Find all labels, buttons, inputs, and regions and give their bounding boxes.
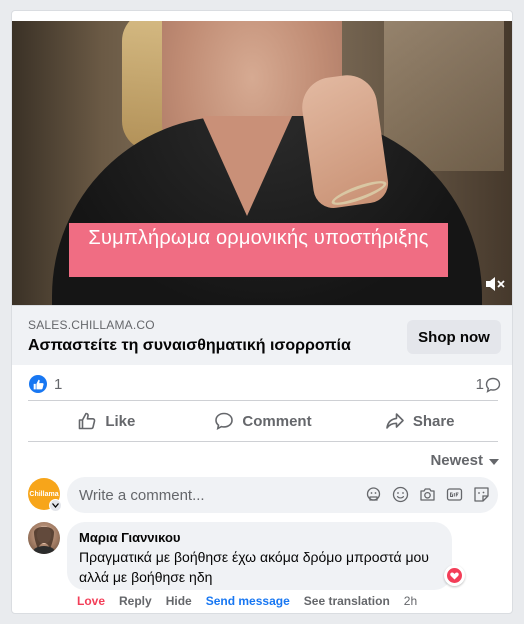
comment-input[interactable] xyxy=(79,486,339,504)
love-link[interactable]: Love xyxy=(77,594,105,608)
like-reaction-icon[interactable] xyxy=(29,375,47,393)
see-translation-link[interactable]: See translation xyxy=(304,594,390,608)
comment-icon xyxy=(215,412,234,430)
comment-button[interactable]: Comment xyxy=(185,401,342,441)
comment-text: Πραγματικά με βοήθησε έχω ακόμα δρόμο μπ… xyxy=(79,549,429,585)
hide-link[interactable]: Hide xyxy=(166,594,192,608)
send-message-link[interactable]: Send message xyxy=(206,594,290,608)
divider xyxy=(28,441,498,442)
sort-label: Newest xyxy=(430,452,483,469)
like-label: Like xyxy=(105,412,136,430)
share-button[interactable]: Share xyxy=(341,401,498,441)
commenter-avatar[interactable] xyxy=(28,522,60,554)
camera-icon[interactable] xyxy=(419,486,436,503)
comment-sort-dropdown[interactable]: Newest xyxy=(430,452,499,469)
comment-bubble-icon[interactable] xyxy=(485,377,501,393)
link-domain: SALES.CHILLAMA.CO xyxy=(28,318,155,332)
avatar-sticker-icon[interactable] xyxy=(365,486,382,503)
comment-author[interactable]: Μαρια Γιαννικου xyxy=(79,530,440,545)
link-headline[interactable]: Ασπαστείτε τη συναισθηματική ισορροπία xyxy=(28,337,351,355)
share-label: Share xyxy=(412,412,455,430)
composer-tools xyxy=(365,486,490,503)
comment-label: Comment xyxy=(242,412,312,430)
gif-icon[interactable] xyxy=(446,486,463,503)
emoji-icon[interactable] xyxy=(392,486,409,503)
video-player[interactable]: Συμπλήρωμα ορμονικής υποστήριξης xyxy=(12,21,512,305)
comment-bubble: Μαρια Γιαννικου Πραγματικά με βοήθησε έχ… xyxy=(67,522,452,590)
chevron-down-icon[interactable] xyxy=(49,499,62,512)
caret-down-icon xyxy=(489,452,499,469)
reply-link[interactable]: Reply xyxy=(119,594,152,608)
love-reaction-icon[interactable] xyxy=(444,565,465,586)
ad-post-card: Συμπλήρωμα ορμονικής υποστήριξης SALES.C… xyxy=(11,10,513,614)
reaction-count[interactable]: 1 xyxy=(54,376,62,393)
link-preview[interactable]: SALES.CHILLAMA.CO Ασπαστείτε τη συναισθη… xyxy=(12,305,512,365)
like-button[interactable]: Like xyxy=(28,401,185,441)
video-caption: Συμπλήρωμα ορμονικής υποστήριξης xyxy=(69,223,448,277)
comment-composer[interactable] xyxy=(67,477,498,513)
share-icon xyxy=(386,413,404,429)
post-action-bar: Like Comment Share xyxy=(28,401,498,441)
comment-actions: Love Reply Hide Send message See transla… xyxy=(77,594,417,608)
thumbs-up-icon xyxy=(79,412,96,430)
reaction-summary: 1 1 xyxy=(12,365,512,399)
comment-count[interactable]: 1 xyxy=(476,376,484,393)
mute-icon[interactable] xyxy=(484,275,506,293)
sticker-icon[interactable] xyxy=(473,486,490,503)
shirt-neckline xyxy=(202,116,292,216)
shop-now-button[interactable]: Shop now xyxy=(407,320,501,354)
comment-timestamp[interactable]: 2h xyxy=(404,594,417,608)
